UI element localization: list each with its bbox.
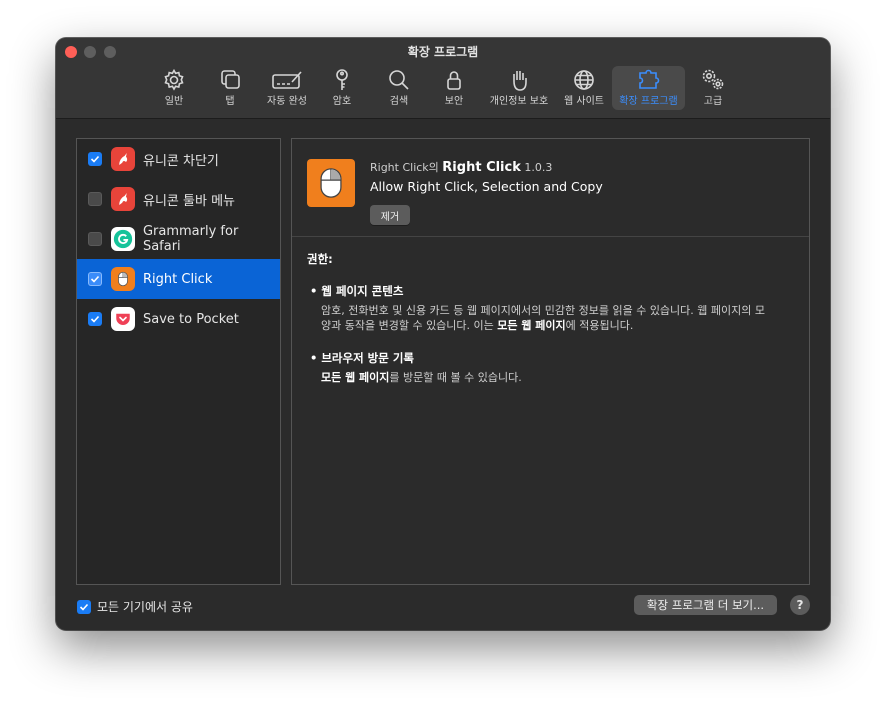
enable-checkbox[interactable]: [88, 272, 102, 286]
list-item[interactable]: Right Click: [77, 259, 280, 299]
remove-button[interactable]: 제거: [370, 205, 410, 225]
checkmark-icon: [90, 315, 100, 323]
permission-title: • 브라우저 방문 기록: [310, 351, 415, 365]
extension-name: Right Click: [143, 271, 213, 287]
extension-title: Right Click: [442, 160, 521, 175]
tab-autofill[interactable]: 자동 완성: [259, 66, 315, 110]
share-across-devices[interactable]: 모든 기기에서 공유: [77, 598, 193, 615]
list-item[interactable]: 유니콘 차단기: [77, 139, 280, 179]
tab-privacy[interactable]: 개인정보 보호: [484, 66, 554, 110]
enable-checkbox[interactable]: [88, 152, 102, 166]
permission-text-line: 모든 웹 페이지를 방문할 때 볼 수 있습니다.: [321, 371, 522, 384]
checkmark-icon: [90, 275, 100, 283]
tab-extensions[interactable]: 확장 프로그램: [612, 66, 685, 110]
tab-general[interactable]: 일반: [153, 66, 195, 110]
tab-label: 개인정보 보호: [489, 96, 549, 107]
checkmark-icon: [90, 155, 100, 163]
list-item[interactable]: Grammarly for Safari: [77, 219, 280, 259]
help-button[interactable]: ?: [790, 595, 810, 615]
tab-label: 고급: [703, 96, 723, 107]
more-extensions-button[interactable]: 확장 프로그램 더 보기...: [634, 595, 777, 615]
permission-title: • 웹 페이지 콘텐츠: [310, 284, 404, 298]
mouse-icon: [111, 267, 135, 291]
hand-icon: [513, 71, 527, 91]
tab-label: 암호: [332, 96, 352, 107]
pocket-icon: [111, 307, 135, 331]
tab-websites[interactable]: 웹 사이트: [559, 66, 609, 110]
search-icon: [389, 70, 409, 90]
tab-tabs[interactable]: 탭: [209, 66, 251, 110]
share-label: 모든 기기에서 공유: [97, 600, 193, 614]
key-icon: [336, 69, 348, 90]
extension-name: Grammarly for Safari: [142, 224, 239, 254]
tab-label: 보안: [444, 96, 464, 107]
extension-name: 유니콘 차단기: [143, 153, 219, 169]
extension-description: Allow Right Click, Selection and Copy: [370, 179, 603, 194]
enable-checkbox[interactable]: [88, 312, 102, 326]
extension-version: 1.0.3: [524, 161, 553, 174]
tab-passwords[interactable]: 암호: [321, 66, 363, 110]
extension-name: Save to Pocket: [143, 311, 239, 327]
tab-label: 탭: [225, 96, 235, 107]
unicorn-icon: [111, 187, 135, 211]
grammarly-icon: [110, 227, 135, 251]
puzzle-icon: [638, 69, 659, 89]
checkmark-icon: [79, 603, 89, 611]
gears-icon: [702, 69, 724, 90]
tab-label: 검색: [389, 96, 409, 107]
tab-advanced[interactable]: 고급: [692, 66, 734, 110]
permission-text: 모든 웹 페이지를 방문할 때 볼 수 있습니다.: [321, 370, 791, 385]
permission-text-line: 양과 동작을 변경할 수 있습니다. 이는 모든 웹 페이지에 적용됩니다.: [321, 319, 634, 332]
titlebar: 확장 프로그램 일반 탭 자동 완성 암호 검색 보안 개인정보 보호 웹 사이…: [56, 38, 830, 119]
tab-security[interactable]: 보안: [433, 66, 475, 110]
autofill-icon: [272, 71, 302, 89]
mouse-icon: [307, 159, 355, 207]
developer-line: Right Click의 Right Click 1.0.3: [370, 159, 552, 175]
extension-detail: Right Click의 Right Click 1.0.3 Allow Rig…: [291, 138, 810, 585]
extensions-list: 유니콘 차단기 유니콘 툴바 메뉴 Grammarly for Safari R…: [76, 138, 281, 585]
tab-label: 확장 프로그램: [619, 96, 678, 107]
tabs-icon: [221, 70, 240, 89]
permission-text: 암호, 전화번호 및 신용 카드 등 웹 페이지에서의 민감한 정보를 읽을 수…: [321, 303, 791, 333]
divider: [292, 236, 809, 237]
list-item[interactable]: Save to Pocket: [77, 299, 280, 339]
extension-name: 유니콘 툴바 메뉴: [143, 193, 235, 209]
globe-icon: [574, 70, 594, 90]
developer-prefix: Right Click의: [370, 161, 439, 174]
window-title: 확장 프로그램: [407, 45, 479, 59]
permissions-heading: 권한:: [307, 252, 333, 266]
lock-icon: [447, 71, 461, 90]
enable-checkbox[interactable]: [88, 192, 102, 206]
gear-icon: [164, 68, 184, 91]
share-checkbox[interactable]: [77, 599, 91, 614]
tab-label: 자동 완성: [267, 96, 307, 107]
tab-search[interactable]: 검색: [378, 66, 420, 110]
tab-label: 일반: [164, 96, 184, 107]
permission-text-line: 암호, 전화번호 및 신용 카드 등 웹 페이지에서의 민감한 정보를 읽을 수…: [321, 304, 765, 317]
preferences-window: 확장 프로그램 일반 탭 자동 완성 암호 검색 보안 개인정보 보호 웹 사이…: [56, 38, 830, 630]
unicorn-icon: [111, 147, 135, 171]
list-item[interactable]: 유니콘 툴바 메뉴: [77, 179, 280, 219]
tab-label: 웹 사이트: [564, 96, 604, 107]
enable-checkbox[interactable]: [88, 232, 102, 246]
